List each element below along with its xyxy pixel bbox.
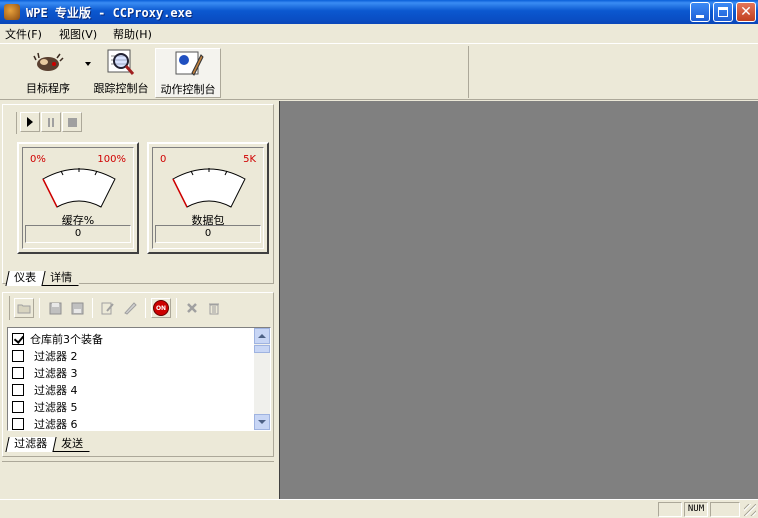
filter-label: 仓库前3个装备	[30, 332, 103, 346]
resize-grip-icon[interactable]	[744, 504, 756, 516]
target-program-label: 目标程序	[26, 82, 70, 95]
chevron-down-icon	[258, 420, 266, 424]
app-icon	[4, 4, 20, 20]
toolbar-band: 目标程序 跟踪控制台 动作控制台	[3, 46, 469, 98]
menu-help[interactable]: 帮助(H)	[113, 26, 152, 42]
close-icon: ✕	[740, 4, 752, 20]
save-button[interactable]	[45, 298, 65, 318]
filter-item[interactable]: 过滤器 3	[12, 364, 78, 381]
filter-item[interactable]: 仓库前3个装备	[12, 330, 103, 347]
tab-send[interactable]: 发送	[52, 437, 93, 452]
magnifier-icon	[107, 49, 135, 75]
pause-icon	[48, 117, 54, 127]
pause-button[interactable]	[41, 112, 61, 132]
action-console-button[interactable]: 动作控制台	[155, 48, 221, 98]
filter-label: 过滤器 3	[34, 366, 78, 380]
num-lock-indicator: NUM	[684, 502, 708, 517]
monitor-tabs: 仪表 详情	[5, 271, 82, 286]
scroll-thumb[interactable]	[254, 345, 270, 353]
left-pane: 0% 100% 缓存% 0 0 5K 数据包 0 仪表 详情 ON 仓库前3个装…	[0, 101, 278, 499]
packet-gauge: 0 5K 数据包 0	[147, 142, 269, 254]
minimize-button[interactable]	[690, 2, 710, 22]
filter-checkbox[interactable]	[12, 332, 24, 345]
stop-icon	[67, 117, 77, 127]
gauge-dial-icon	[42, 168, 116, 208]
gauge-value: 0	[155, 225, 261, 243]
filter-item[interactable]: 过滤器 6	[12, 415, 78, 431]
filter-label: 过滤器 4	[34, 383, 78, 397]
save-as-icon	[71, 302, 83, 314]
play-icon	[27, 117, 33, 127]
filter-checkbox[interactable]	[12, 383, 24, 396]
status-bar: NUM	[0, 499, 758, 518]
gauge-min-label: 0%	[30, 154, 46, 165]
target-program-button[interactable]: 目标程序	[11, 48, 91, 98]
on-toggle-button[interactable]: ON	[151, 298, 171, 318]
pen-button[interactable]	[120, 298, 140, 318]
target-program-icon	[33, 52, 64, 71]
pen-icon	[124, 302, 137, 315]
monitor-panel: 0% 100% 缓存% 0 0 5K 数据包 0 仪表 详情	[2, 104, 274, 286]
menu-file[interactable]: 文件(F)	[5, 26, 42, 42]
stop-button[interactable]	[62, 112, 82, 132]
window-title: WPE 专业版 - CCProxy.exe	[26, 6, 193, 20]
filter-checkbox[interactable]	[12, 417, 24, 430]
filter-label: 过滤器 2	[34, 349, 78, 363]
close-button[interactable]: ✕	[736, 2, 756, 22]
play-button[interactable]	[20, 112, 40, 132]
save-as-button[interactable]	[67, 298, 87, 318]
filter-checkbox[interactable]	[12, 400, 24, 413]
trace-console-button[interactable]: 跟踪控制台	[89, 48, 153, 98]
capture-controls	[16, 112, 82, 134]
filter-toolbar: ON	[9, 296, 224, 320]
trace-console-label: 跟踪控制台	[93, 82, 149, 95]
filter-tabs: 过滤器 发送	[5, 437, 93, 452]
x-icon	[187, 303, 197, 313]
filter-label: 过滤器 6	[34, 417, 78, 431]
maximize-icon	[718, 7, 728, 17]
gauge-dial-icon	[172, 168, 246, 208]
main-workspace	[279, 101, 758, 499]
status-pane	[710, 502, 740, 517]
menu-bar: 文件(F) 视图(V) 帮助(H)	[0, 24, 758, 43]
save-icon	[49, 302, 61, 314]
folder-icon	[17, 304, 31, 314]
filter-item[interactable]: 过滤器 5	[12, 398, 78, 415]
filter-checkbox[interactable]	[12, 349, 24, 362]
filter-scrollbar[interactable]	[254, 328, 270, 430]
chevron-up-icon	[258, 334, 266, 338]
filter-item[interactable]: 过滤器 4	[12, 381, 78, 398]
filter-panel: ON 仓库前3个装备 过滤器 2 过滤器 3 过滤器 4 过滤器 5 过滤器 6…	[2, 292, 274, 457]
tab-filters[interactable]: 过滤器	[5, 437, 57, 452]
title-bar: WPE 专业版 - CCProxy.exe ✕	[0, 0, 758, 24]
filter-checkbox[interactable]	[12, 366, 24, 379]
gauge-min-label: 0	[160, 154, 167, 165]
empty-panel	[2, 461, 274, 497]
minimize-icon	[696, 14, 704, 18]
edit-button[interactable]	[98, 298, 118, 318]
maximize-button[interactable]	[713, 2, 733, 22]
gauge-max-label: 100%	[97, 154, 126, 165]
edit-icon	[101, 302, 114, 315]
trash-button[interactable]	[204, 298, 224, 318]
open-folder-button[interactable]	[14, 298, 34, 318]
tab-details[interactable]: 详情	[41, 271, 82, 286]
gauge-value: 0	[25, 225, 131, 243]
filter-label: 过滤器 5	[34, 400, 78, 414]
action-edit-icon	[175, 51, 204, 76]
buffer-gauge: 0% 100% 缓存% 0	[17, 142, 139, 254]
scroll-down-button[interactable]	[254, 414, 270, 430]
trash-icon	[209, 303, 219, 314]
gauge-max-label: 5K	[243, 154, 256, 165]
filter-list: 仓库前3个装备 过滤器 2 过滤器 3 过滤器 4 过滤器 5 过滤器 6	[7, 327, 271, 431]
menu-view[interactable]: 视图(V)	[59, 26, 97, 42]
tab-meters[interactable]: 仪表	[5, 271, 46, 286]
main-toolbar: 目标程序 跟踪控制台 动作控制台	[0, 43, 758, 100]
filter-item[interactable]: 过滤器 2	[12, 347, 78, 364]
scroll-up-button[interactable]	[254, 328, 270, 344]
power-on-icon: ON	[153, 300, 169, 316]
delete-button[interactable]	[182, 298, 202, 318]
action-console-label: 动作控制台	[160, 83, 216, 96]
status-pane	[658, 502, 682, 517]
